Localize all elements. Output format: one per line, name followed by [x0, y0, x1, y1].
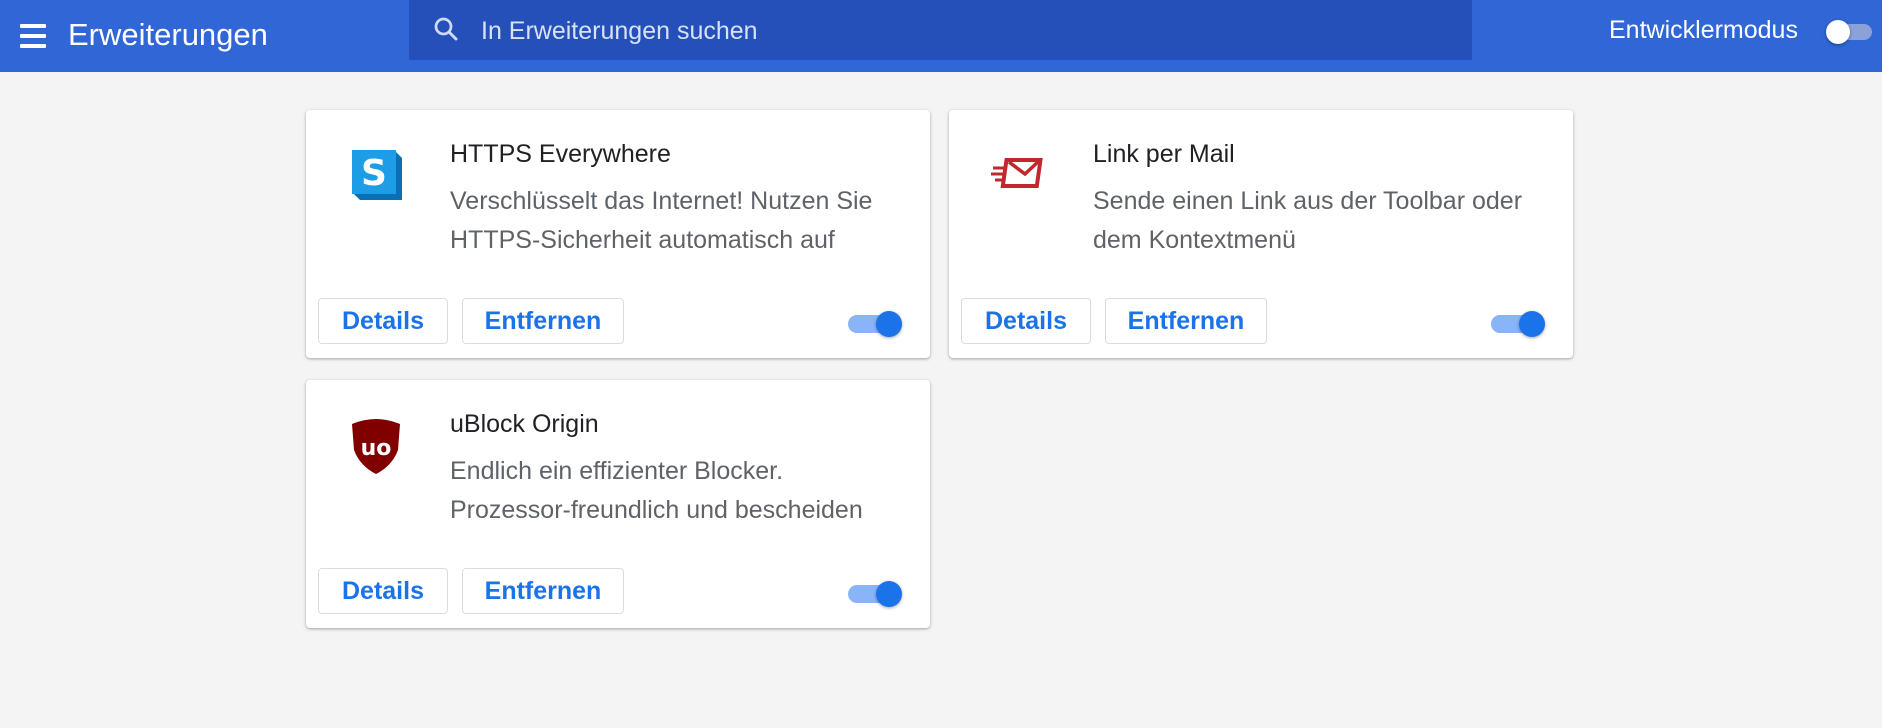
- extension-card-link-per-mail: Link per Mail Sende einen Link aus der T…: [949, 110, 1573, 358]
- developer-mode-label: Entwicklermodus: [1609, 16, 1798, 44]
- developer-mode-toggle[interactable]: [1826, 16, 1876, 46]
- menu-icon[interactable]: [20, 18, 48, 54]
- extension-enabled-toggle[interactable]: [848, 309, 904, 339]
- details-button[interactable]: Details: [961, 298, 1091, 344]
- extension-description: Verschlüsselt das Internet! Nutzen Sie H…: [450, 187, 873, 254]
- https-everywhere-icon: S: [352, 150, 402, 200]
- search-input[interactable]: [479, 0, 1443, 62]
- svg-text:uo: uo: [361, 436, 392, 461]
- extension-card-ublock-origin: uo uBlock Origin Endlich ein effizienter…: [306, 380, 930, 628]
- extension-name: Link per Mail: [1093, 140, 1235, 168]
- search-bar[interactable]: [409, 0, 1472, 62]
- extension-card-https-everywhere: S HTTPS Everywhere Verschlüsselt das Int…: [306, 110, 930, 358]
- extension-name: HTTPS Everywhere: [450, 140, 671, 168]
- page-title: Erweiterungen: [68, 17, 268, 52]
- mail-icon: [991, 158, 1043, 188]
- details-button[interactable]: Details: [318, 568, 448, 614]
- ublock-origin-icon: uo: [352, 419, 400, 474]
- search-icon: [434, 17, 458, 41]
- remove-button[interactable]: Entfernen: [1105, 298, 1267, 344]
- extension-name: uBlock Origin: [450, 410, 599, 438]
- top-bar: Erweiterungen Entwicklermodus: [0, 0, 1882, 72]
- extension-description: Sende einen Link aus der Toolbar oder de…: [1093, 187, 1523, 254]
- remove-button[interactable]: Entfernen: [462, 298, 624, 344]
- svg-text:S: S: [361, 153, 387, 194]
- remove-button[interactable]: Entfernen: [462, 568, 624, 614]
- details-button[interactable]: Details: [318, 298, 448, 344]
- extension-enabled-toggle[interactable]: [1491, 309, 1547, 339]
- extension-enabled-toggle[interactable]: [848, 579, 904, 609]
- extension-description: Endlich ein effizienter Blocker. Prozess…: [450, 457, 863, 524]
